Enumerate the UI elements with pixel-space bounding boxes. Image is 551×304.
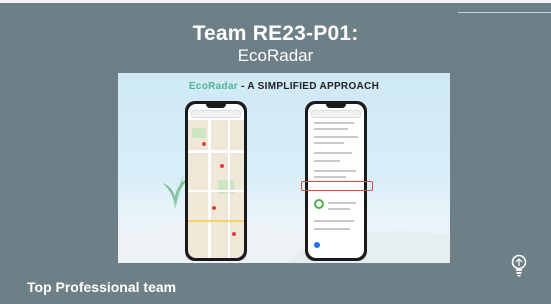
results-line xyxy=(314,176,346,178)
eco-score-circle xyxy=(314,199,324,209)
results-line xyxy=(314,136,358,138)
results-line xyxy=(314,170,356,172)
results-line xyxy=(328,208,350,210)
map-pin xyxy=(232,232,236,236)
results-line xyxy=(314,122,354,124)
slide-brand: EcoRadar xyxy=(188,81,238,92)
organizer-logo xyxy=(494,254,544,278)
map-road xyxy=(188,190,244,192)
lightbulb-logo-icon xyxy=(511,254,527,277)
map-road xyxy=(208,120,211,258)
phone-screen xyxy=(188,104,244,258)
highlight-box xyxy=(301,181,373,191)
results-line xyxy=(314,128,348,130)
phone-mockup-map xyxy=(185,101,247,261)
map-road xyxy=(188,150,244,153)
map-view xyxy=(188,120,244,258)
phone-notch xyxy=(326,104,346,108)
results-line xyxy=(314,220,354,222)
start-button xyxy=(314,242,320,248)
top-strip xyxy=(0,0,551,3)
team-category-label: Top Professional team xyxy=(27,279,177,295)
phone-notch xyxy=(206,104,226,108)
map-pin xyxy=(202,142,206,146)
slide-subtitle: - A SIMPLIFIED APPROACH xyxy=(238,81,380,92)
results-line xyxy=(314,142,344,144)
top-divider xyxy=(458,12,551,13)
map-pin xyxy=(212,206,216,210)
results-line xyxy=(314,160,340,162)
results-line xyxy=(328,202,356,204)
map-road xyxy=(188,220,244,222)
map-pin xyxy=(220,164,224,168)
map-road xyxy=(228,120,230,258)
results-line xyxy=(314,152,352,154)
results-search-bar xyxy=(311,110,361,118)
slide-preview: EcoRadar - A SIMPLIFIED APPROACH xyxy=(118,73,450,263)
video-title-line1: Team RE23-P01: xyxy=(192,22,359,45)
video-title-line2: EcoRadar xyxy=(237,46,314,65)
slide-title: EcoRadar - A SIMPLIFIED APPROACH xyxy=(118,81,450,92)
results-line xyxy=(314,228,350,230)
map-park xyxy=(192,128,206,138)
map-search-bar xyxy=(191,110,241,118)
